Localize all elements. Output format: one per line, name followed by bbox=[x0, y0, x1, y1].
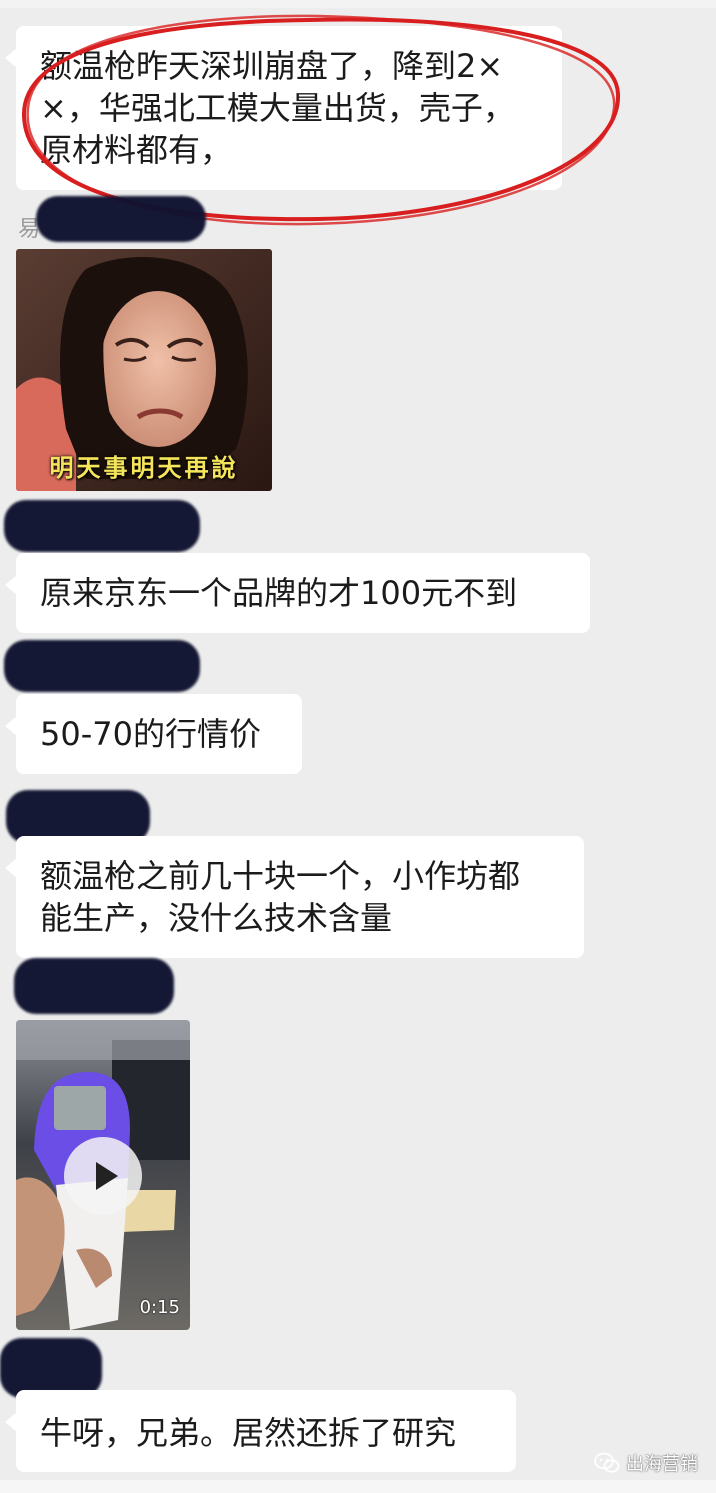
video-duration: 0:15 bbox=[139, 1297, 180, 1318]
video-message[interactable]: 0:15 bbox=[16, 1020, 190, 1330]
message-text-4: 额温枪之前几十块一个，小作坊都 能生产，没什么技术含量 bbox=[40, 857, 521, 937]
chat-view[interactable]: 额温枪昨天深圳崩盘了，降到2× ×，华强北工模大量出货，壳子， 原材料都有， 易 bbox=[0, 0, 716, 1493]
watermark: 出海营销 bbox=[594, 1448, 698, 1478]
redacted-name bbox=[0, 1338, 102, 1398]
redacted-name bbox=[4, 500, 200, 552]
input-bar-edge bbox=[0, 1480, 716, 1493]
message-bubble-3[interactable]: 50-70的行情价 bbox=[5, 694, 302, 774]
message-text-5: 牛呀，兄弟。居然还拆了研究 bbox=[40, 1414, 457, 1452]
top-edge bbox=[0, 0, 716, 8]
message-bubble-4[interactable]: 额温枪之前几十块一个，小作坊都 能生产，没什么技术含量 bbox=[5, 836, 584, 958]
message-bubble-5[interactable]: 牛呀，兄弟。居然还拆了研究 bbox=[5, 1390, 516, 1472]
play-icon bbox=[96, 1162, 118, 1190]
meme-caption: 明天事明天再說 bbox=[49, 453, 239, 482]
play-button[interactable] bbox=[64, 1137, 142, 1215]
message-bubble-2[interactable]: 原来京东一个品牌的才100元不到 bbox=[5, 553, 590, 633]
meme-image[interactable]: 明天事明天再說 bbox=[16, 249, 272, 491]
message-text-3: 50-70的行情价 bbox=[40, 715, 261, 753]
wechat-icon bbox=[594, 1452, 620, 1473]
red-circle-annotation bbox=[21, 14, 621, 226]
redacted-name bbox=[14, 958, 174, 1014]
message-text-2: 原来京东一个品牌的才100元不到 bbox=[40, 574, 518, 612]
redacted-name bbox=[36, 196, 206, 242]
watermark-label: 出海营销 bbox=[626, 1454, 698, 1475]
redacted-name bbox=[4, 640, 200, 692]
